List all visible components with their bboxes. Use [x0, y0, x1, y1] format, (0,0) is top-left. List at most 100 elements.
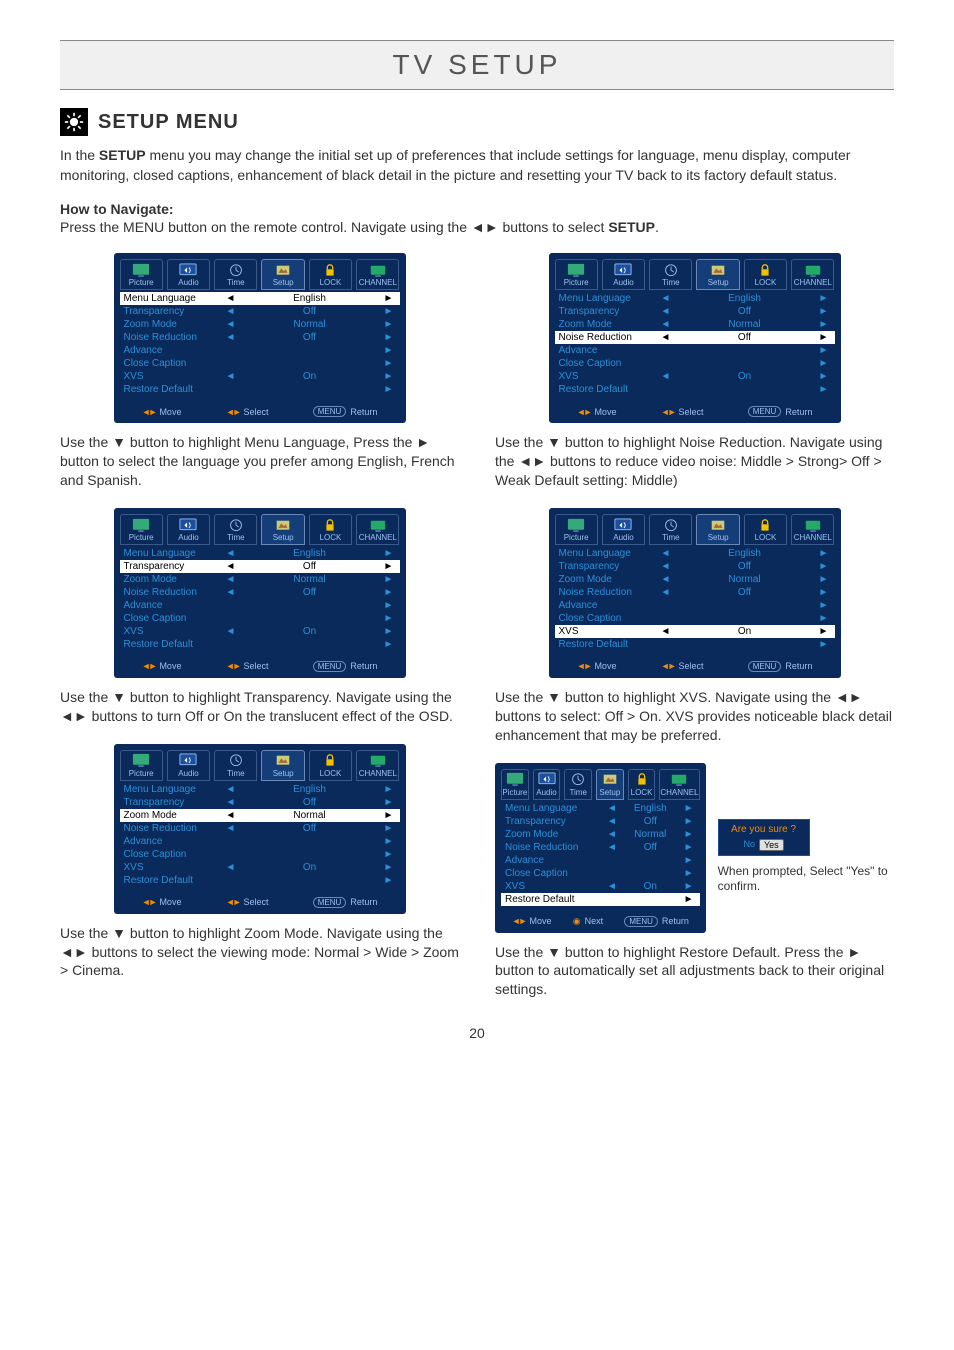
popup-question: Are you sure ? [723, 824, 805, 835]
tab-time: Time [214, 750, 257, 781]
tab-picture: Picture [120, 750, 163, 781]
tab-picture: Picture [501, 769, 529, 800]
tab-picture: Picture [555, 259, 598, 290]
menu-row-close-caption: Close Caption► [555, 357, 835, 370]
menu-row-transparency: Transparency◄Off► [501, 815, 700, 828]
menu-row-advance: Advance► [555, 599, 835, 612]
tab-time: Time [214, 259, 257, 290]
tab-audio: Audio [602, 514, 645, 545]
section-header: SETUP MENU [60, 108, 894, 136]
tab-lock: LOCK [628, 769, 656, 800]
screenshot-transparency: PictureAudioTimeSetupLOCKCHANNEL Menu Lan… [114, 508, 406, 678]
caption-zoom-mode: Use the ▼ button to highlight Zoom Mode.… [60, 924, 459, 981]
tab-audio: Audio [533, 769, 561, 800]
caption-menu-language: Use the ▼ button to highlight Menu Langu… [60, 433, 459, 490]
tab-channel: CHANNEL [356, 259, 399, 290]
menu-row-close-caption: Close Caption► [555, 612, 835, 625]
menu-row-menu-language: Menu Language◄English► [501, 802, 700, 815]
osd-footer: ◄► Move◄► SelectMENU Return [114, 657, 406, 678]
tab-audio: Audio [167, 514, 210, 545]
menu-row-close-caption: Close Caption► [120, 612, 400, 625]
menu-row-zoom-mode: Zoom Mode◄Normal► [501, 828, 700, 841]
osd-footer: ◄► Move◄► SelectMENU Return [114, 402, 406, 423]
intro-text: In the SETUP menu you may change the ini… [60, 146, 894, 185]
menu-row-noise-reduction: Noise Reduction◄Off► [120, 822, 400, 835]
menu-row-zoom-mode: Zoom Mode◄Normal► [120, 318, 400, 331]
tab-time: Time [564, 769, 592, 800]
menu-row-zoom-mode: Zoom Mode◄Normal► [555, 318, 835, 331]
tab-setup: Setup [261, 514, 304, 545]
nav-instruction: Press the MENU button on the remote cont… [60, 219, 894, 235]
tab-time: Time [649, 259, 692, 290]
menu-row-advance: Advance► [555, 344, 835, 357]
menu-row-restore-default: Restore Default► [501, 893, 700, 906]
page-number: 20 [60, 1025, 894, 1041]
menu-row-transparency: Transparency◄Off► [555, 305, 835, 318]
how-to-navigate-heading: How to Navigate: [60, 201, 894, 217]
popup-note: When prompted, Select "Yes" to confirm. [718, 864, 894, 895]
tab-setup: Setup [696, 259, 739, 290]
menu-row-advance: Advance► [120, 344, 400, 357]
caption-xvs: Use the ▼ button to highlight XVS. Navig… [495, 688, 894, 745]
tab-channel: CHANNEL [356, 514, 399, 545]
tab-picture: Picture [120, 514, 163, 545]
menu-row-transparency: Transparency◄Off► [120, 560, 400, 573]
menu-row-advance: Advance► [501, 854, 700, 867]
menu-row-noise-reduction: Noise Reduction◄Off► [555, 586, 835, 599]
tab-setup: Setup [696, 514, 739, 545]
menu-row-restore-default: Restore Default► [555, 383, 835, 396]
tab-setup: Setup [596, 769, 624, 800]
tab-picture: Picture [555, 514, 598, 545]
menu-row-advance: Advance► [120, 599, 400, 612]
menu-row-restore-default: Restore Default► [120, 383, 400, 396]
screenshot-menu-language: PictureAudioTimeSetupLOCKCHANNELMenu Lan… [114, 253, 406, 423]
tab-audio: Audio [167, 259, 210, 290]
osd-footer: ◄► Move◉ NextMENU Return [495, 912, 706, 933]
tab-channel: CHANNEL [791, 514, 834, 545]
menu-row-restore-default: Restore Default► [120, 874, 400, 887]
popup-container: Are you sure ? No Yes When prompted, Sel… [718, 763, 894, 895]
menu-row-noise-reduction: Noise Reduction◄Off► [555, 331, 835, 344]
tab-lock: LOCK [309, 514, 352, 545]
menu-row-xvs: XVS◄On► [555, 370, 835, 383]
osd-footer: ◄► Move◄► SelectMENU Return [549, 402, 841, 423]
menu-row-zoom-mode: Zoom Mode◄Normal► [120, 809, 400, 822]
tab-time: Time [214, 514, 257, 545]
section-title: SETUP MENU [98, 111, 239, 134]
menu-row-noise-reduction: Noise Reduction◄Off► [501, 841, 700, 854]
tab-picture: Picture [120, 259, 163, 290]
menu-row-close-caption: Close Caption► [120, 357, 400, 370]
popup-no: No [743, 839, 755, 851]
menu-row-menu-language: Menu Language◄English► [120, 292, 400, 305]
menu-row-zoom-mode: Zoom Mode◄Normal► [555, 573, 835, 586]
menu-row-xvs: XVS◄On► [555, 625, 835, 638]
tab-lock: LOCK [309, 750, 352, 781]
menu-row-transparency: Transparency◄Off► [555, 560, 835, 573]
menu-row-xvs: XVS◄On► [501, 880, 700, 893]
menu-row-xvs: XVS◄On► [120, 625, 400, 638]
setup-icon [60, 108, 88, 136]
caption-transparency: Use the ▼ button to highlight Transparen… [60, 688, 459, 726]
confirm-popup: Are you sure ? No Yes [718, 819, 810, 856]
caption-noise-reduction: Use the ▼ button to highlight Noise Redu… [495, 433, 894, 490]
tab-channel: CHANNEL [356, 750, 399, 781]
screenshot-zoom-mode: PictureAudioTimeSetupLOCKCHANNELMenu Lan… [114, 744, 406, 914]
screenshot-noise-reduction: PictureAudioTimeSetupLOCKCHANNELMenu Lan… [549, 253, 841, 423]
tab-lock: LOCK [744, 514, 787, 545]
screenshot-restore-default: PictureAudioTimeSetupLOCKCHANNEL Menu Lan… [495, 763, 706, 933]
menu-row-noise-reduction: Noise Reduction◄Off► [120, 586, 400, 599]
menu-row-menu-language: Menu Language◄English► [120, 547, 400, 560]
menu-row-advance: Advance► [120, 835, 400, 848]
tab-channel: CHANNEL [659, 769, 699, 800]
tab-setup: Setup [261, 750, 304, 781]
menu-row-close-caption: Close Caption► [501, 867, 700, 880]
caption-restore-default: Use the ▼ button to highlight Restore De… [495, 943, 894, 1000]
popup-yes: Yes [759, 839, 784, 851]
menu-row-xvs: XVS◄On► [120, 370, 400, 383]
menu-row-menu-language: Menu Language◄English► [555, 547, 835, 560]
menu-row-menu-language: Menu Language◄English► [555, 292, 835, 305]
tab-audio: Audio [167, 750, 210, 781]
tab-channel: CHANNEL [791, 259, 834, 290]
menu-row-zoom-mode: Zoom Mode◄Normal► [120, 573, 400, 586]
menu-row-transparency: Transparency◄Off► [120, 796, 400, 809]
